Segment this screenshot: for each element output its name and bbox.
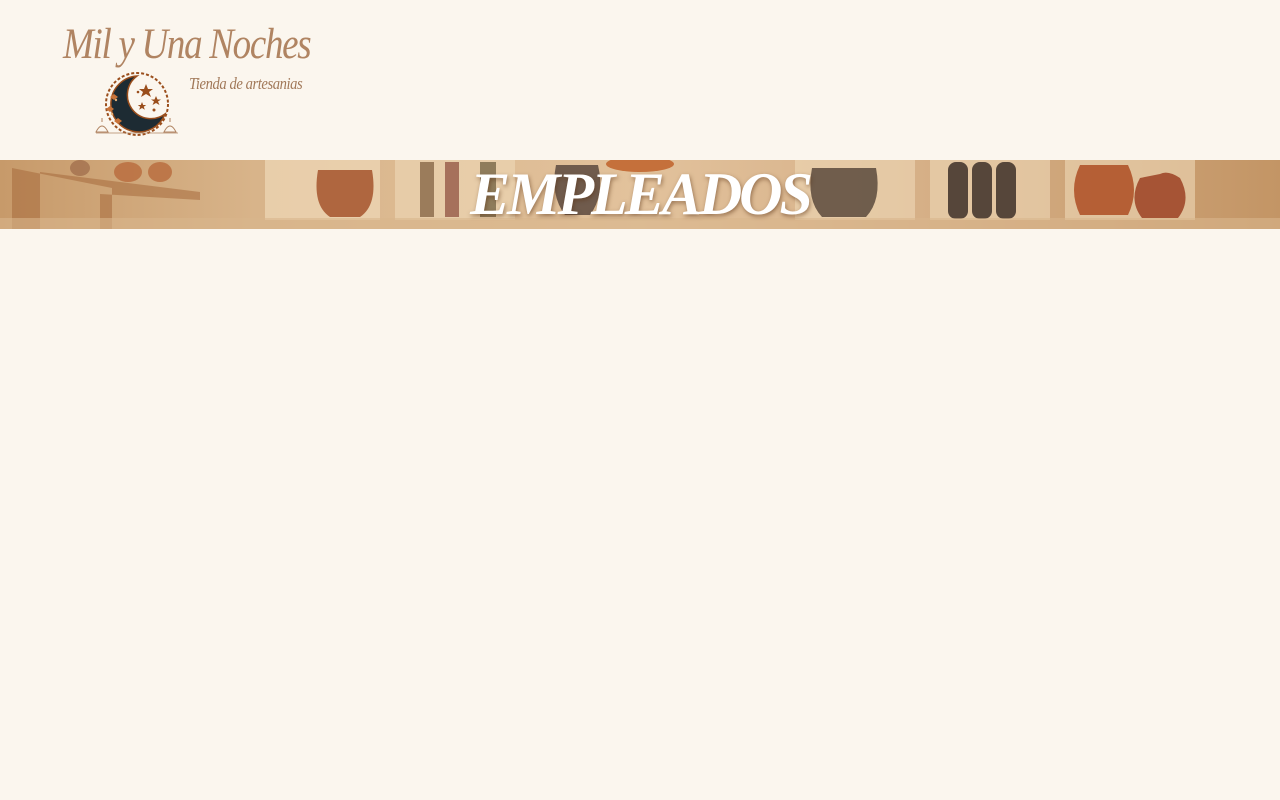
main-content xyxy=(0,229,1280,800)
brand-tagline: Tienda de artesanias xyxy=(189,74,303,93)
brand-title[interactable]: Mil y Una Noches xyxy=(63,20,312,69)
crescent-moon-logo-icon[interactable] xyxy=(94,70,180,138)
page-banner: EMPLEADOS xyxy=(0,160,1280,229)
page-title: EMPLEADOS xyxy=(470,161,813,227)
site-header: Mil y Una Noches Tienda de artesanias xyxy=(0,0,1280,160)
